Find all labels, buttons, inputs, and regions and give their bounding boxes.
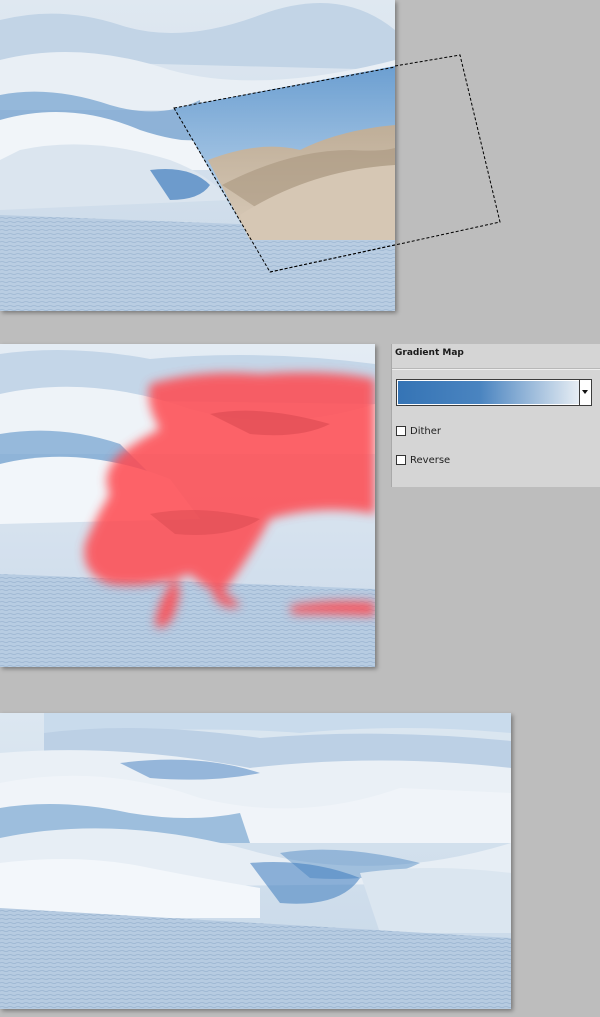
canvas-step-2 [0, 344, 375, 667]
rippled-snow-foreground [0, 574, 375, 667]
dither-option[interactable]: Dither [396, 424, 441, 438]
reverse-option[interactable]: Reverse [396, 453, 450, 467]
reverse-checkbox[interactable] [396, 455, 406, 465]
gradient-dropdown-button[interactable] [579, 380, 591, 405]
dither-label: Dither [410, 425, 442, 437]
panel-title: Gradient Map [392, 344, 600, 369]
chevron-down-icon [582, 390, 588, 394]
dither-checkbox[interactable] [396, 426, 406, 436]
gradient-map-properties-panel: Gradient Map Dither Reverse [391, 344, 600, 487]
reverse-label: Reverse [410, 454, 451, 466]
gradient-preview[interactable] [398, 381, 580, 404]
gradient-picker[interactable] [396, 379, 592, 406]
canvas-step-3 [0, 713, 511, 1009]
selection-marquee [269, 54, 501, 273]
